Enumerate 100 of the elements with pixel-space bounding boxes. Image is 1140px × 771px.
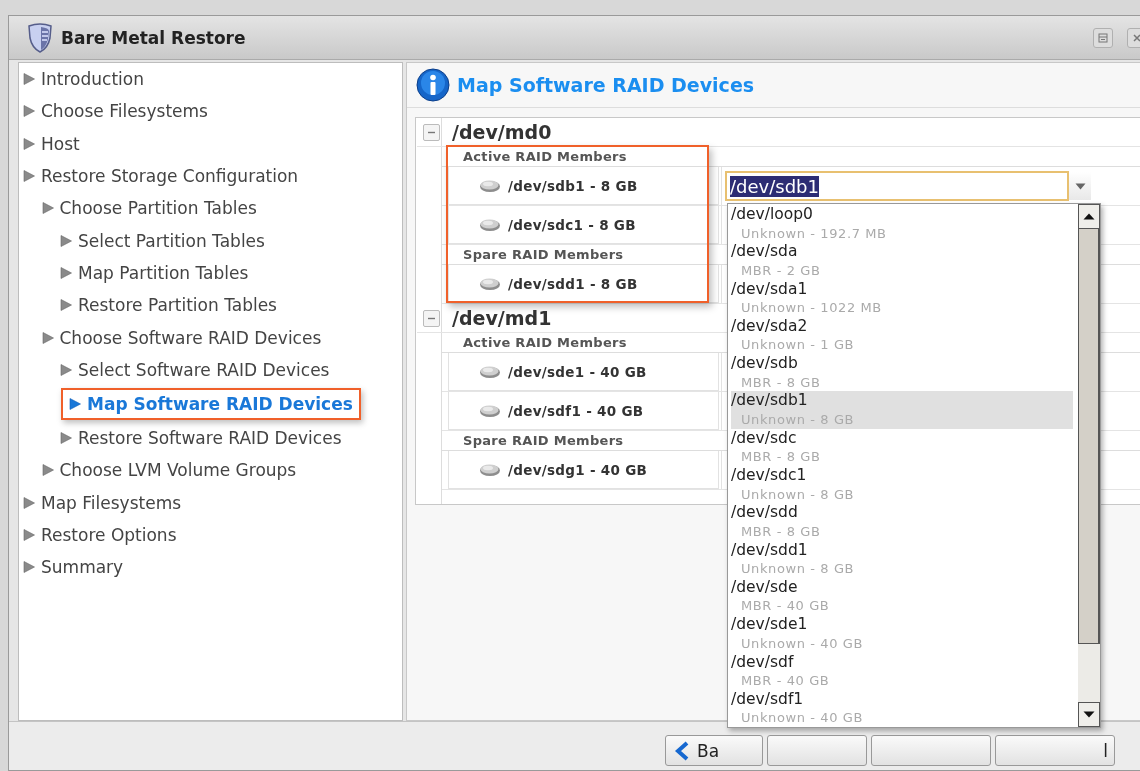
- device-name: /dev/sda2: [731, 316, 809, 337]
- collapse-toggle[interactable]: [423, 309, 440, 327]
- device-detail: MBR - 8 GB: [740, 448, 822, 466]
- nav-item[interactable]: Choose Partition Tables: [19, 192, 257, 225]
- caret-icon: [1074, 182, 1086, 190]
- disk-icon: [479, 217, 501, 232]
- arrow-icon: [22, 528, 36, 542]
- device-name: /dev/loop0: [731, 205, 814, 225]
- disk-icon: [479, 462, 501, 477]
- device-name: /dev/sda: [731, 242, 799, 262]
- raid-device-name: /dev/md0: [452, 121, 552, 143]
- device-name: /dev/sdb: [731, 354, 799, 374]
- device-combo-field[interactable]: /dev/sdb1: [725, 171, 1069, 201]
- device-name: /dev/sdc: [731, 428, 798, 449]
- nav-item[interactable]: Map Software RAID Devices: [61, 387, 361, 420]
- member-label: /dev/sdf1 - 40 GB: [508, 402, 644, 419]
- device-name: /dev/sdc1: [731, 466, 808, 486]
- window-icon: [1098, 32, 1108, 43]
- arrow-icon: [59, 362, 73, 377]
- dropdown-option[interactable]: /dev/sda MBR - 2 GB: [731, 242, 1073, 280]
- device-name: /dev/sdf: [731, 652, 795, 673]
- dropdown-option[interactable]: /dev/loop0 Unknown - 192.7 MB: [731, 205, 1073, 243]
- nav-item[interactable]: Host: [19, 127, 80, 160]
- back-button[interactable]: Ba: [665, 735, 763, 766]
- arrow-icon: [59, 233, 73, 248]
- page-title: Map Software RAID Devices: [457, 74, 755, 96]
- finish-button[interactable]: [871, 735, 991, 766]
- device-name: /dev/sdb1: [731, 391, 809, 411]
- arrow-icon: [40, 330, 55, 345]
- dropdown-option[interactable]: /dev/sdf MBR - 40 GB: [731, 652, 1073, 690]
- device-detail: Unknown - 1 GB: [740, 336, 856, 354]
- nav-item[interactable]: Choose Software RAID Devices: [19, 321, 322, 354]
- arrow-icon: [22, 104, 36, 119]
- dropdown-option[interactable]: /dev/sda2 Unknown - 1 GB: [731, 316, 1073, 355]
- member-label: /dev/sdg1 - 40 GB: [508, 461, 648, 478]
- nav-item[interactable]: Map Filesystems: [19, 486, 182, 519]
- arrow-icon: [22, 136, 36, 151]
- info-icon: [416, 68, 450, 102]
- device-detail: Unknown - 8 GB: [740, 485, 856, 504]
- disk-icon: [479, 178, 501, 193]
- section-label: Active RAID Members: [442, 147, 1140, 167]
- device-name: /dev/sdf1: [731, 689, 805, 710]
- nav-item[interactable]: Introduction: [19, 63, 144, 96]
- member-label: /dev/sdb1 - 8 GB: [508, 177, 638, 194]
- arrow-icon: [40, 463, 55, 478]
- disk-icon: [479, 364, 501, 379]
- nav-item[interactable]: Choose LVM Volume Groups: [19, 454, 297, 487]
- dropdown-option[interactable]: /dev/sdb MBR - 8 GB: [731, 354, 1073, 392]
- arrow-icon: [22, 72, 36, 87]
- member-label: /dev/sdc1 - 8 GB: [508, 216, 636, 233]
- arrow-icon: [59, 265, 73, 280]
- scroll-up-icon: [1083, 213, 1095, 220]
- arrow-icon: [59, 298, 73, 313]
- device-name: /dev/sda1: [731, 279, 809, 300]
- arrow-icon: [40, 201, 55, 216]
- scrollbar-thumb[interactable]: [1078, 229, 1100, 644]
- device-name: /dev/sdd1: [731, 540, 809, 561]
- nav-item[interactable]: Select Software RAID Devices: [19, 353, 330, 386]
- nav-item[interactable]: Restore Software RAID Devices: [19, 421, 342, 455]
- scrollbar[interactable]: [1078, 204, 1100, 728]
- collapse-toggle[interactable]: [423, 123, 440, 141]
- device-detail: MBR - 40 GB: [740, 672, 831, 690]
- nav-item[interactable]: Restore Options: [19, 518, 177, 552]
- dropdown-option[interactable]: /dev/sde1 Unknown - 40 GB: [731, 615, 1073, 653]
- dropdown-option[interactable]: /dev/sdd MBR - 8 GB: [731, 503, 1073, 541]
- device-detail: MBR - 40 GB: [740, 597, 831, 615]
- arrow-icon: [59, 431, 73, 446]
- dropdown-option[interactable]: /dev/sdc1 Unknown - 8 GB: [731, 466, 1073, 504]
- close-icon: [1132, 32, 1140, 43]
- device-name: /dev/sde1: [731, 615, 809, 635]
- dropdown-option[interactable]: /dev/sdd1 Unknown - 8 GB: [731, 540, 1073, 578]
- scroll-down-icon: [1083, 711, 1095, 719]
- arrow-icon: [22, 169, 36, 184]
- device-detail: MBR - 2 GB: [740, 261, 822, 280]
- nav-item[interactable]: Summary: [19, 551, 124, 584]
- nav-item[interactable]: Map Partition Tables: [19, 256, 249, 290]
- disk-icon: [479, 276, 501, 291]
- cancel-button[interactable]: l: [995, 735, 1115, 766]
- dropdown-option[interactable]: /dev/sde MBR - 40 GB: [731, 577, 1073, 616]
- restore-button[interactable]: [1093, 27, 1113, 48]
- device-name: /dev/sdd: [731, 503, 799, 523]
- combo-value: /dev/sdb1: [730, 175, 819, 197]
- device-name: /dev/sde: [731, 577, 799, 598]
- nav-item[interactable]: Select Partition Tables: [19, 224, 265, 257]
- device-detail: Unknown - 192.7 MB: [740, 224, 888, 242]
- dropdown-option[interactable]: /dev/sdc MBR - 8 GB: [731, 428, 1073, 467]
- nav-item[interactable]: Restore Storage Configuration: [19, 159, 299, 193]
- dropdown-option[interactable]: /dev/sda1 Unknown - 1022 MB: [731, 279, 1073, 317]
- device-detail: Unknown - 40 GB: [740, 709, 864, 727]
- nav-item[interactable]: Choose Filesystems: [19, 95, 208, 128]
- device-detail: Unknown - 8 GB: [740, 560, 856, 578]
- next-button[interactable]: [767, 735, 867, 766]
- arrow-icon: [22, 560, 36, 575]
- window-title: Bare Metal Restore: [61, 27, 246, 48]
- raid-device-name: /dev/md1: [452, 307, 552, 329]
- arrow-icon: [68, 396, 82, 411]
- dropdown-option[interactable]: /dev/sdf1 Unknown - 40 GB: [731, 689, 1073, 728]
- device-detail: Unknown - 40 GB: [740, 634, 864, 653]
- device-detail: MBR - 8 GB: [740, 373, 822, 392]
- nav-item[interactable]: Restore Partition Tables: [19, 289, 277, 322]
